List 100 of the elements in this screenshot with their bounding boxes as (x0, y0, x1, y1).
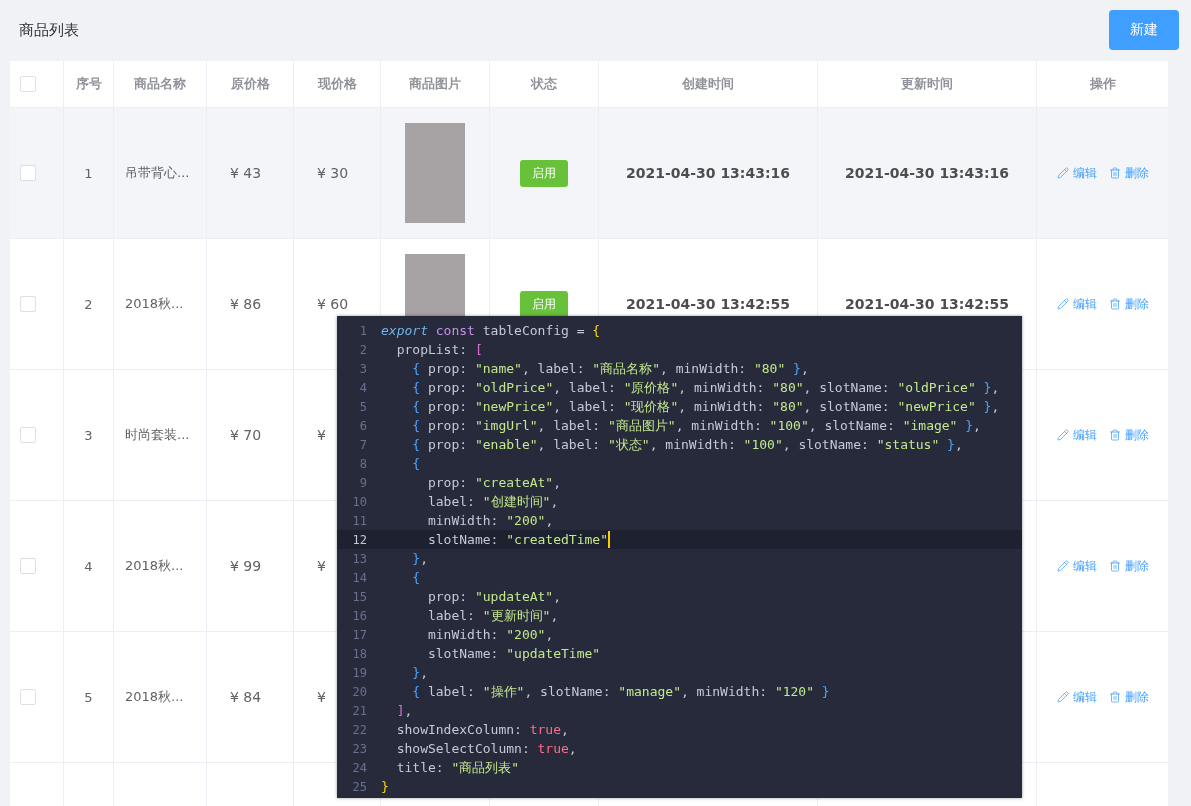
line-number: 17 (351, 627, 367, 642)
new-price: ¥ 30 (317, 165, 350, 181)
product-name: 时尚套装... (124, 426, 190, 444)
line-number: 23 (351, 741, 367, 756)
row-checkbox[interactable] (20, 296, 36, 312)
edit-link[interactable]: 编辑 (1056, 688, 1097, 706)
page-title: 商品列表 (18, 20, 79, 40)
code-line: } (381, 778, 389, 796)
created-time: 2021-04-30 13:43:16 (625, 165, 791, 181)
edit-link[interactable]: 编辑 (1056, 426, 1097, 444)
column-header: 商品图片 (409, 75, 461, 93)
edit-link[interactable]: 编辑 (1056, 164, 1097, 182)
column-header: 更新时间 (901, 75, 953, 93)
created-time: 2021-04-30 13:42:55 (625, 296, 791, 312)
edit-link[interactable]: 编辑 (1056, 295, 1097, 313)
code-line: prop: "createAt", (426, 474, 562, 492)
line-number: 24 (351, 760, 367, 775)
trash-icon (1108, 167, 1121, 179)
column-header: 序号 (75, 75, 102, 93)
pencil-icon (1056, 167, 1069, 179)
line-number: 18 (351, 646, 367, 661)
line-number: 21 (351, 703, 367, 718)
code-line: export const tableConfig = { (381, 322, 601, 340)
edit-link[interactable]: 编辑 (1056, 557, 1097, 575)
code-line: showIndexColumn: true, (395, 721, 569, 739)
code-line: label: "更新时间", (426, 607, 559, 625)
new-price: ¥ (317, 427, 327, 443)
line-number: 9 (358, 475, 367, 490)
delete-link[interactable]: 删除 (1108, 164, 1149, 182)
index-cell: 3 (84, 427, 93, 443)
line-number: 20 (351, 684, 367, 699)
column-header: 状态 (531, 75, 557, 93)
column-header: 操作 (1089, 75, 1116, 93)
code-line: slotName: "createdTime" (426, 531, 608, 549)
line-number: 7 (358, 437, 367, 452)
status-tag: 启用 (520, 290, 568, 318)
product-name: 2018秋... (124, 295, 184, 313)
status-tag: 启用 (520, 159, 568, 187)
line-number: 3 (358, 361, 367, 376)
delete-link[interactable]: 删除 (1108, 557, 1149, 575)
updated-time: 2021-04-30 13:43:16 (844, 165, 1010, 181)
code-line: { prop: "oldPrice", label: "原价格", minWidth: "80", slotName: "oldPrice" }, (411, 379, 1000, 397)
new-button[interactable]: 新建 (1109, 10, 1179, 50)
select-all-checkbox[interactable] (20, 76, 36, 92)
text-cursor (608, 531, 610, 548)
column-header: 商品名称 (134, 75, 186, 93)
line-number: 6 (358, 418, 367, 433)
index-cell: 4 (84, 558, 93, 574)
code-line: title: "商品列表" (395, 759, 520, 777)
new-price: ¥ (317, 689, 327, 705)
trash-icon (1108, 560, 1121, 572)
code-line: propList: [ (395, 341, 483, 359)
old-price: ¥ 86 (230, 296, 263, 312)
old-price: ¥ 43 (230, 165, 263, 181)
trash-icon (1108, 429, 1121, 441)
line-number: 25 (351, 779, 367, 794)
line-number: 5 (358, 399, 367, 414)
pencil-icon (1056, 298, 1069, 310)
line-number: 2 (358, 342, 367, 357)
old-price: ¥ 70 (230, 427, 263, 443)
index-cell: 5 (84, 689, 93, 705)
code-line: { label: "操作", slotName: "manage", minWidth: "120" } (411, 683, 830, 701)
pencil-icon (1056, 429, 1069, 441)
code-line: { (411, 455, 421, 473)
row-checkbox[interactable] (20, 689, 36, 705)
old-price: ¥ 99 (230, 558, 263, 574)
column-header: 创建时间 (682, 75, 734, 93)
row-checkbox[interactable] (20, 165, 36, 181)
line-number: 4 (358, 380, 367, 395)
line-number: 8 (358, 456, 367, 471)
delete-link[interactable]: 删除 (1108, 295, 1149, 313)
line-number: 14 (351, 570, 367, 585)
product-name: 2018秋... (124, 557, 184, 575)
code-line: }, (411, 550, 428, 568)
delete-link[interactable]: 删除 (1108, 426, 1149, 444)
product-name: 2018秋... (124, 688, 184, 706)
line-number: 12 (351, 532, 367, 547)
row-checkbox[interactable] (20, 427, 36, 443)
code-line: showSelectColumn: true, (395, 740, 577, 758)
row-checkbox[interactable] (20, 558, 36, 574)
index-cell: 1 (84, 165, 93, 181)
code-line: prop: "updateAt", (426, 588, 562, 606)
product-name: 吊带背心... (124, 164, 190, 182)
code-line: slotName: "updateTime" (426, 645, 601, 663)
delete-link[interactable]: 删除 (1108, 688, 1149, 706)
code-line: label: "创建时间", (426, 493, 559, 511)
code-line: minWidth: "200", (426, 626, 554, 644)
trash-icon (1108, 691, 1121, 703)
new-price: ¥ 60 (317, 296, 350, 312)
code-line: { prop: "imgUrl", label: "商品图片", minWidth: "100", slotName: "image" }, (411, 417, 981, 435)
line-number: 15 (351, 589, 367, 604)
code-line: { prop: "newPrice", label: "现价格", minWidth: "80", slotName: "newPrice" }, (411, 398, 1000, 416)
code-line: ], (395, 702, 413, 720)
code-line: { prop: "name", label: "商品名称", minWidth: "80" }, (411, 360, 809, 378)
line-number: 1 (358, 323, 367, 338)
line-number: 19 (351, 665, 367, 680)
column-header: 原价格 (230, 75, 270, 93)
trash-icon (1108, 298, 1121, 310)
code-line: { prop: "enable", label: "状态", minWidth: "100", slotName: "status" }, (411, 436, 963, 454)
updated-time: 2021-04-30 13:42:55 (844, 296, 1010, 312)
